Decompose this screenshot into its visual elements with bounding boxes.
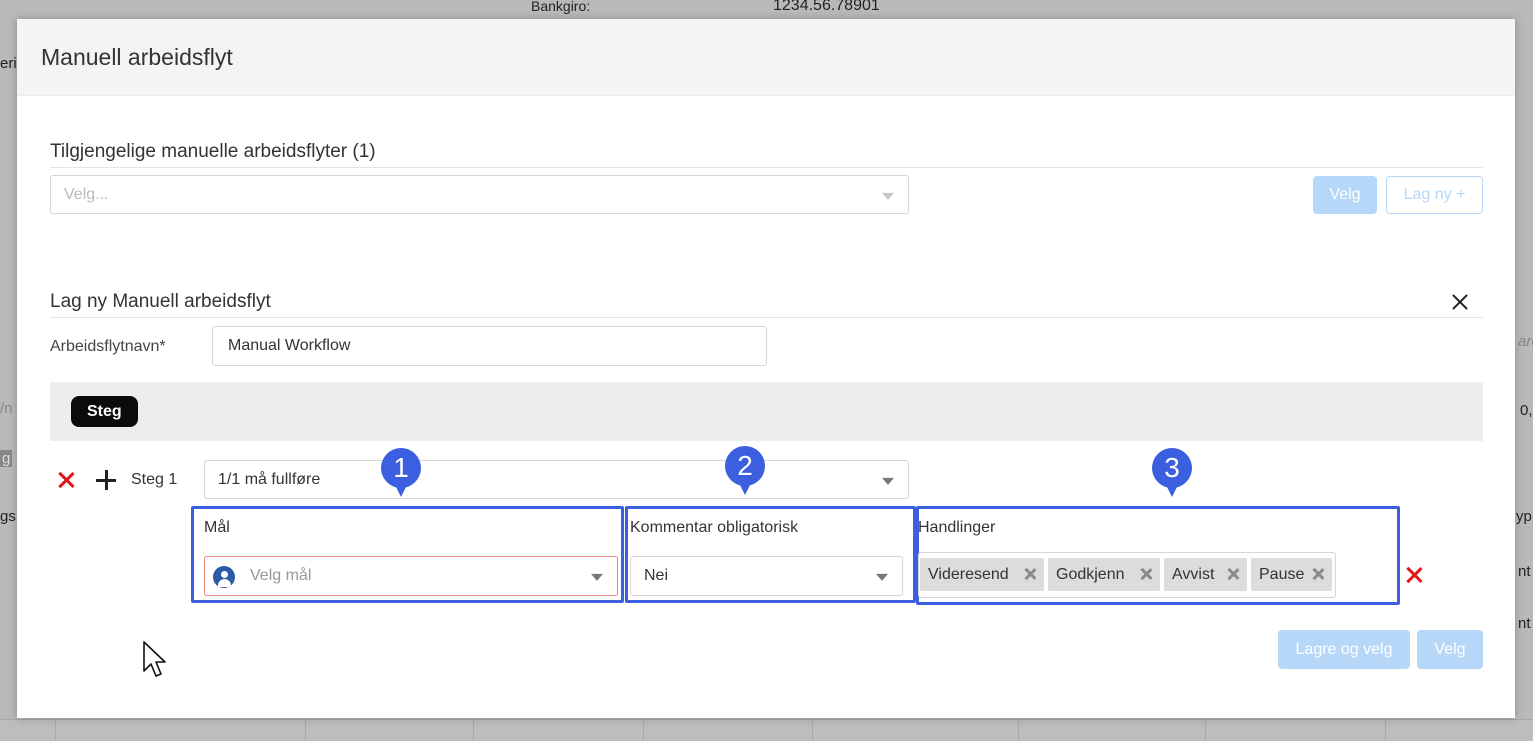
delete-step-icon[interactable]: [56, 470, 76, 490]
select-button[interactable]: Velg: [1417, 630, 1483, 669]
comment-mandatory-label: Kommentar obligatorisk: [630, 519, 799, 536]
comment-mandatory-value: Nei: [644, 567, 669, 584]
comment-mandatory-select[interactable]: Nei: [630, 556, 903, 596]
select-placeholder: Velg...: [64, 185, 109, 203]
modal-header: Manuell arbeidsflyt: [17, 19, 1515, 96]
bg-left-fragment: eri: [0, 55, 17, 72]
create-new-workflow-button[interactable]: Lag ny +: [1386, 176, 1483, 214]
create-workflow-title: Lag ny Manuell arbeidsflyt: [50, 291, 271, 312]
delete-goal-icon[interactable]: [1404, 565, 1424, 585]
manual-workflow-modal: Manuell arbeidsflyt Tilgjengelige manuel…: [17, 19, 1515, 718]
bg-left-fragment: gs: [0, 508, 16, 525]
select-workflow-button[interactable]: Velg: [1313, 176, 1377, 214]
chevron-down-icon: [882, 192, 894, 200]
action-tag: Avvist: [1164, 558, 1247, 591]
goal-label: Mål: [204, 519, 230, 536]
remove-tag-icon[interactable]: [1227, 568, 1239, 580]
bg-right-fragment: yp: [1516, 508, 1532, 525]
action-tag-label: Pause: [1259, 565, 1305, 583]
mouse-cursor-icon: [143, 641, 166, 677]
bg-right-fragment: are: [1518, 333, 1533, 350]
action-tag-label: Avvist: [1172, 565, 1215, 583]
modal-title: Manuell arbeidsflyt: [41, 43, 233, 70]
marker-2: 2: [725, 446, 765, 498]
bg-right-fragment: 0,: [1520, 402, 1533, 419]
section-divider: [50, 167, 1483, 168]
chevron-down-icon: [591, 573, 603, 581]
workflow-name-value: Manual Workflow: [228, 337, 351, 354]
action-tag-label: Godkjenn: [1056, 565, 1125, 583]
completion-value: 1/1 må fullføre: [218, 470, 321, 488]
bg-right-fragment: nt: [1518, 615, 1531, 632]
bg-table-grid: [0, 719, 1533, 741]
remove-tag-icon[interactable]: [1024, 568, 1036, 580]
remove-tag-icon[interactable]: [1312, 568, 1324, 580]
bg-bankgiro-label: Bankgiro:: [531, 0, 591, 14]
available-workflows-title: Tilgjengelige manuelle arbeidsflyter (1): [50, 141, 376, 162]
bg-right-fragment: nt: [1518, 563, 1531, 580]
actions-multiselect[interactable]: Videresend Godkjenn Avvist Pause: [918, 552, 1336, 598]
workflow-name-input[interactable]: Manual Workflow: [212, 326, 767, 366]
add-step-icon[interactable]: [96, 470, 116, 490]
action-tag: Godkjenn: [1048, 558, 1160, 591]
completion-select[interactable]: 1/1 må fullføre: [204, 460, 909, 499]
user-icon: [213, 566, 235, 588]
steps-bar: Steg: [50, 382, 1483, 441]
close-icon[interactable]: [1451, 293, 1469, 311]
step-label: Steg 1: [131, 471, 178, 488]
marker-3: 3: [1152, 448, 1192, 500]
goal-placeholder: Velg mål: [250, 567, 312, 584]
chevron-down-icon: [882, 477, 894, 485]
workflow-name-label: Arbeidsflytnavn*: [50, 338, 166, 355]
goal-select[interactable]: Velg mål: [204, 556, 618, 596]
action-tag: Pause: [1251, 558, 1332, 591]
remove-tag-icon[interactable]: [1140, 568, 1152, 580]
save-and-select-button[interactable]: Lagre og velg: [1278, 630, 1410, 669]
marker-1: 1: [381, 448, 421, 500]
chevron-down-icon: [876, 573, 888, 581]
tab-steps[interactable]: Steg: [71, 396, 138, 427]
section-divider: [50, 317, 1483, 318]
bg-bankgiro-value: 1234.56.78901: [773, 0, 880, 14]
bg-left-fragment: g: [0, 450, 13, 467]
action-tag-label: Videresend: [928, 565, 1009, 583]
available-workflow-select[interactable]: Velg...: [50, 175, 909, 214]
actions-label: Handlinger: [918, 519, 996, 536]
action-tag: Videresend: [920, 558, 1044, 591]
bg-left-fragment: /n: [0, 400, 13, 417]
